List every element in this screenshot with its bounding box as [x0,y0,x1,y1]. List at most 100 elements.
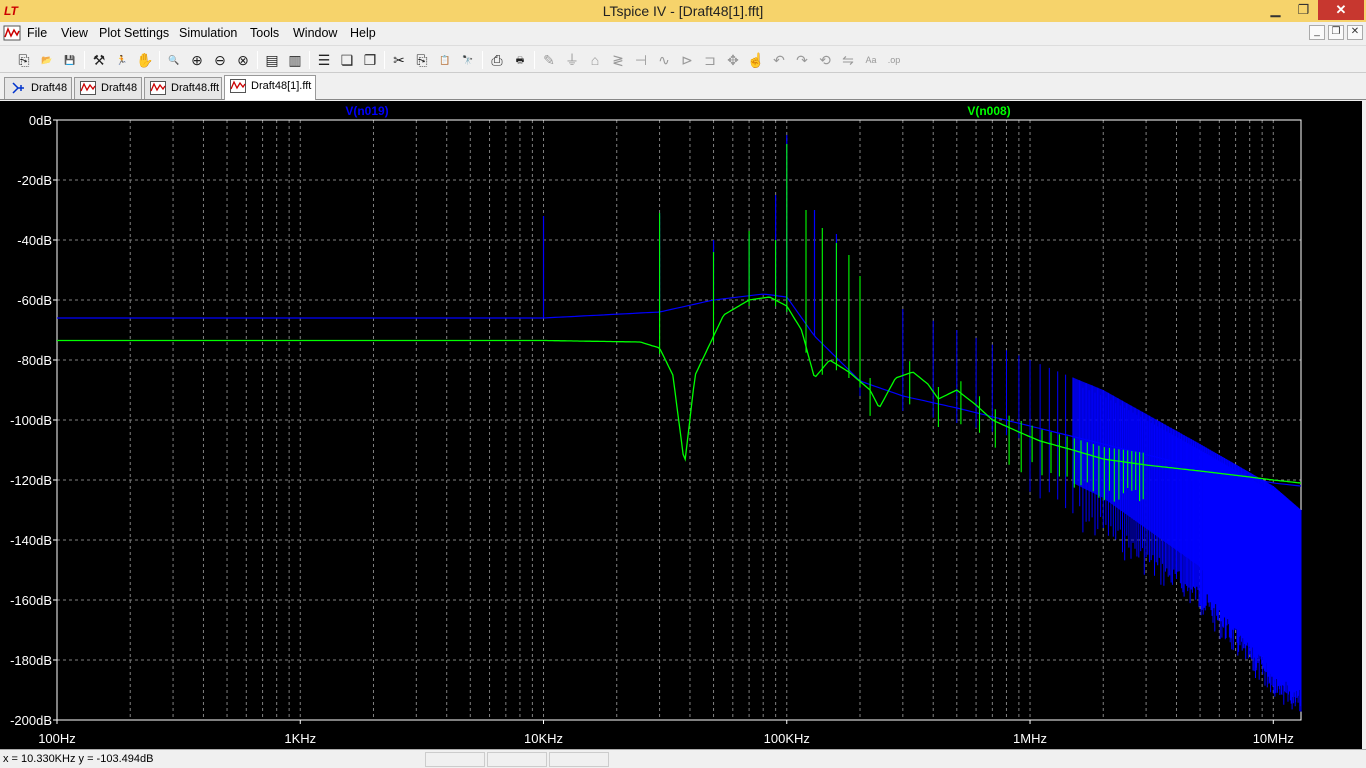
diode-icon[interactable]: ⊳ [677,50,697,70]
y-tick-label: 0dB [29,113,52,128]
window-title: LTspice IV - [Draft48[1].fft] [602,3,764,19]
status-cell [425,752,485,767]
menu-tools[interactable]: Tools [250,26,279,40]
undo-icon[interactable]: ↶ [769,50,789,70]
cut-icon[interactable]: ✂ [389,50,409,70]
menu-help[interactable]: Help [350,26,376,40]
waveform-icon[interactable] [3,25,21,41]
x-tick-label: 100KHz [764,731,810,746]
mdi-minimize-button[interactable]: _ [1309,25,1325,40]
y-tick-label: -180dB [10,653,52,668]
tab-draft48-waveform[interactable]: Draft48 [74,77,142,99]
rotate-icon[interactable]: ⟲ [815,50,835,70]
tab-draft48-schematic[interactable]: Draft48 [4,77,72,99]
open-icon[interactable]: 📂 [37,50,57,70]
menu-view[interactable]: View [61,26,88,40]
y-tick-label: -60dB [17,293,52,308]
pan-icon[interactable]: ⊕ [187,50,207,70]
resistor-icon[interactable]: ≷ [608,50,628,70]
schematic-icon [12,82,24,94]
toolbar-separator [384,51,385,69]
control-panel-icon[interactable]: ⚒ [89,50,109,70]
y-tick-label: -20dB [17,173,52,188]
redo-icon[interactable]: ↷ [792,50,812,70]
ground-icon[interactable]: ⏚ [562,50,582,70]
tile-vertical-icon[interactable]: ❐ [360,50,380,70]
fft-plot[interactable]: 0dB -20dB -40dB -60dB -80dB -100dB -120dB -140d… [0,101,1362,749]
menu-window[interactable]: Window [293,26,337,40]
series-v-n019-envelope [1072,377,1301,672]
mdi-close-button[interactable]: ✕ [1347,25,1363,40]
run-icon[interactable]: 🏃 [112,50,132,70]
toolbar-separator [257,51,258,69]
x-tick-label: 10MHz [1253,731,1294,746]
mdi-restore-button[interactable]: ❐ [1328,25,1344,40]
zoom-cancel-icon[interactable]: ⊗ [233,50,253,70]
new-schematic-icon[interactable]: ⎘ [14,50,34,70]
y-tick-label: -140dB [10,533,52,548]
x-tick-label: 1MHz [1013,731,1047,746]
trace-label-v-n019[interactable]: V(n019) [345,104,388,118]
tab-draft48-fft[interactable]: Draft48.fft [144,77,222,99]
inductor-icon[interactable]: ∿ [654,50,674,70]
waveform-icon [150,81,166,95]
autorange-icon[interactable]: ▤ [262,50,282,70]
copy-icon[interactable]: ⎘ [412,50,432,70]
tab-draft48-1-fft[interactable]: Draft48[1].fft [224,75,316,100]
close-button[interactable]: ✕ [1318,0,1364,20]
drag-icon[interactable]: ☝ [746,50,766,70]
x-tick-label: 1KHz [284,731,316,746]
tile-horizontal-icon[interactable]: ☰ [314,50,334,70]
tab-label: Draft48 [31,82,68,94]
trace-label-v-n008[interactable]: V(n008) [967,104,1010,118]
fit-icon[interactable]: ▥ [285,50,305,70]
cascade-icon[interactable]: ❏ [337,50,357,70]
y-tick-label: -160dB [10,593,52,608]
component-icon[interactable]: ⊐ [700,50,720,70]
zoom-area-icon[interactable]: 🔍 [164,50,184,70]
save-icon[interactable]: 💾 [60,50,80,70]
plot-window[interactable]: 0dB -20dB -40dB -60dB -80dB -100dB -120dB -140d… [0,101,1362,749]
y-tick-label: -200dB [10,713,52,728]
menu-file[interactable]: File [27,26,47,40]
halt-icon[interactable]: ✋ [135,50,155,70]
text-icon[interactable]: Aa [861,50,881,70]
label-net-icon[interactable]: ⌂ [585,50,605,70]
series-v-n008-spikes [659,144,1144,502]
toolbar-separator [159,51,160,69]
maximize-button[interactable]: ❐ [1290,0,1317,20]
print-icon[interactable]: 🖶 [510,50,530,70]
y-tick-label: -80dB [17,353,52,368]
tab-label: Draft48.fft [171,82,220,94]
menu-plot-settings[interactable]: Plot Settings [99,26,169,40]
mirror-icon[interactable]: ⇋ [838,50,858,70]
zoom-out-icon[interactable]: ⊖ [210,50,230,70]
minimize-button[interactable]: ▁ [1262,0,1289,20]
spice-directive-icon[interactable]: .op [884,50,904,70]
toolbar-separator [309,51,310,69]
x-tick-label: 100Hz [38,731,76,746]
status-cell [549,752,609,767]
wire-icon[interactable]: ✎ [539,50,559,70]
status-cell [487,752,547,767]
capacitor-icon[interactable]: ⊣ [631,50,651,70]
find-icon[interactable]: 🔭 [458,50,478,70]
move-icon[interactable]: ✥ [723,50,743,70]
y-tick-label: -100dB [10,413,52,428]
tab-label: Draft48 [101,82,138,94]
y-tick-label: -40dB [17,233,52,248]
paste-icon[interactable]: 📋 [435,50,455,70]
toolbar-separator [482,51,483,69]
window-border [1362,101,1366,749]
toolbar-separator [534,51,535,69]
toolbar-separator [84,51,85,69]
menu-bar: File View Plot Settings Simulation Tools… [0,22,1366,44]
y-tick-label: -120dB [10,473,52,488]
title-bar: LT LTspice IV - [Draft48[1].fft] ▁ ❐ ✕ [0,0,1366,22]
cursor-readout: x = 10.330KHz y = -103.494dB [3,753,154,765]
toolbar: ⎘ 📂 💾 ⚒ 🏃 ✋ 🔍 ⊕ ⊖ ⊗ ▤ ▥ ☰ ❏ ❐ ✂ ⎘ 📋 🔭 ⎙ 🖶 ✎ ⏚ ⌂ ≷ ⊣ ∿ ⊳ ⊐ ✥ ☝ ↶ ↷ ⟲ ⇋ Aa .op [0,45,1366,73]
status-bar: x = 10.330KHz y = -103.494dB [0,749,1366,768]
print-setup-icon[interactable]: ⎙ [487,50,507,70]
menu-simulation[interactable]: Simulation [179,26,237,40]
waveform-icon [80,81,96,95]
